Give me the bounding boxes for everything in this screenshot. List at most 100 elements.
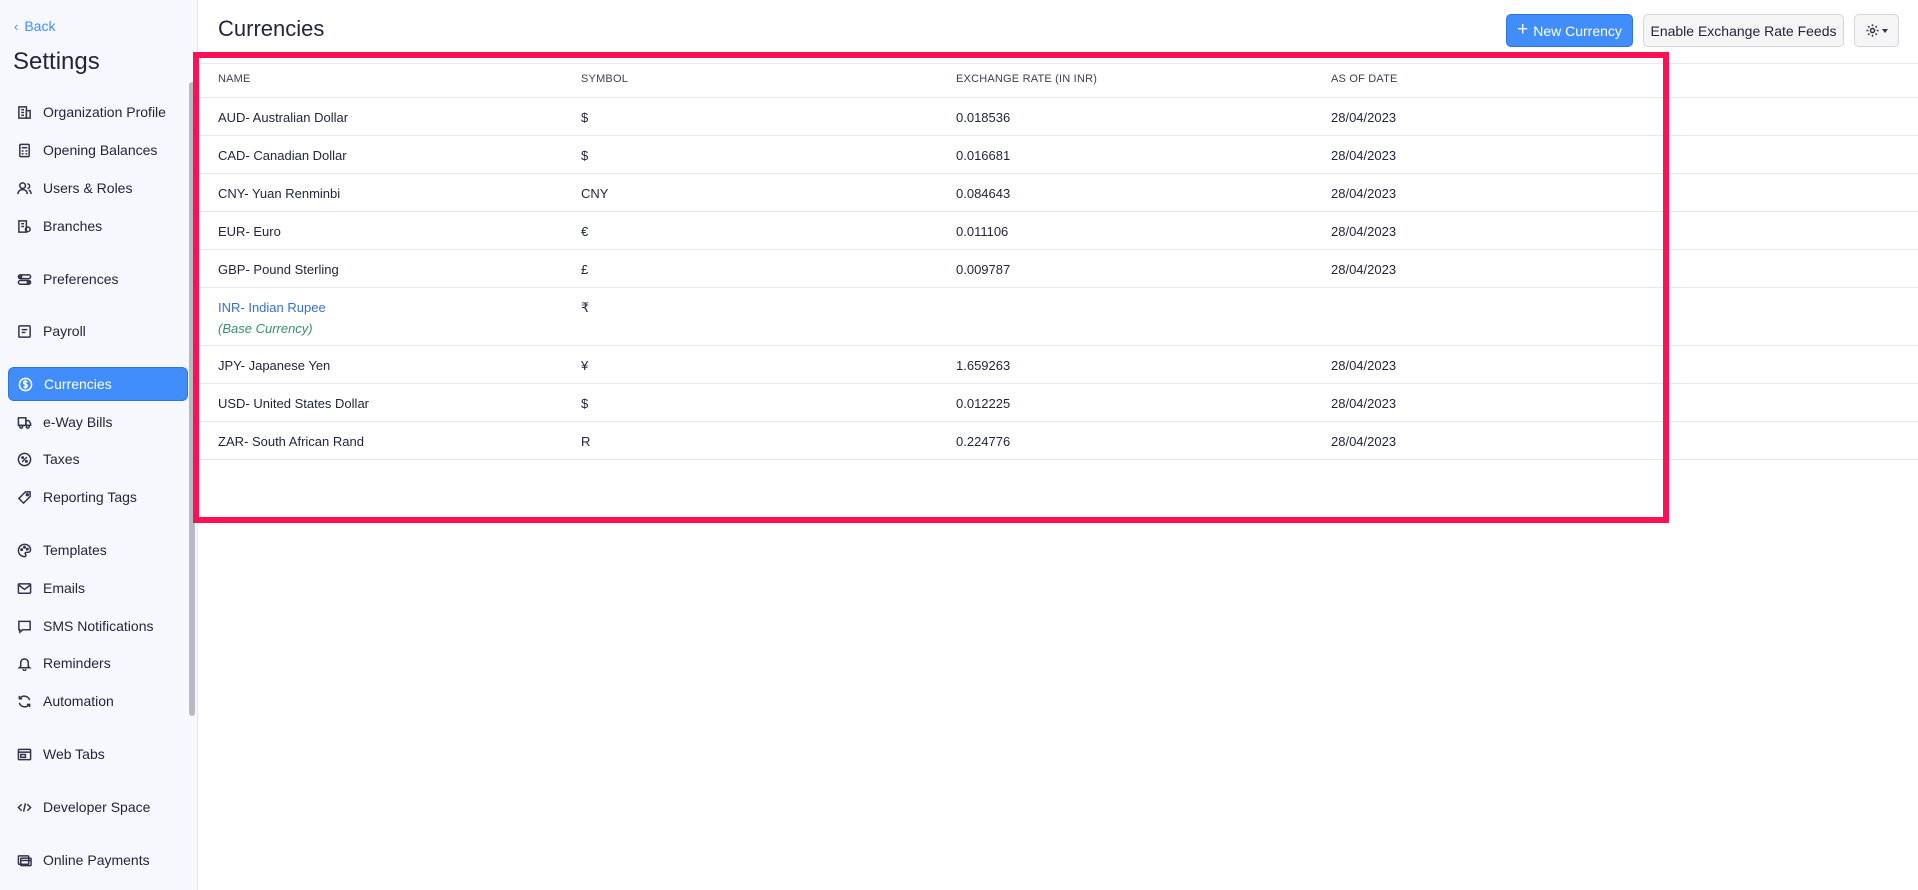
sidebar-item-developer-space[interactable]: Developer Space (8, 790, 188, 824)
refresh-icon (16, 693, 32, 709)
table-row[interactable]: JPY- Japanese Yen ¥ 1.659263 28/04/2023 (199, 346, 1918, 384)
tag-icon (16, 489, 32, 505)
as-of-date: 28/04/2023 (1331, 148, 1397, 163)
back-label: Back (24, 18, 56, 34)
new-currency-button[interactable]: + New Currency (1506, 14, 1633, 47)
chevron-left-icon: ‹ (14, 18, 19, 34)
sidebar-item-payroll[interactable]: Payroll (8, 314, 188, 348)
column-header-as-of-date[interactable]: AS OF DATE (1331, 73, 1398, 85)
exchange-rate: 1.659263 (956, 358, 1011, 373)
sidebar-item-reporting-tags[interactable]: Reporting Tags (8, 480, 188, 514)
sidebar-item-templates[interactable]: Templates (8, 533, 188, 567)
table-row[interactable]: INR- Indian Rupee (Base Currency) ₹ (199, 288, 1918, 346)
sidebar-item-label: Users & Roles (43, 180, 133, 196)
table-row[interactable]: AUD- Australian Dollar $ 0.018536 28/04/… (199, 98, 1918, 136)
exchange-rate: 0.224776 (956, 434, 1011, 449)
sidebar-item-online-payments[interactable]: Online Payments (8, 843, 188, 877)
preferences-icon (16, 271, 32, 287)
sidebar-item-label: Payroll (43, 323, 86, 339)
table-row[interactable]: GBP- Pound Sterling £ 0.009787 28/04/202… (199, 250, 1918, 288)
sidebar-item-currencies[interactable]: Currencies (8, 367, 188, 401)
exchange-rate: 0.016681 (956, 148, 1011, 163)
sidebar-item-emails[interactable]: Emails (8, 571, 188, 605)
table-row[interactable]: USD- United States Dollar $ 0.012225 28/… (199, 384, 1918, 422)
settings-menu-button[interactable] (1854, 14, 1899, 47)
sidebar-item-e-way-bills[interactable]: e-Way Bills (8, 405, 188, 439)
currency-symbol: $ (581, 396, 589, 411)
currency-name-cell: INR- Indian Rupee (Base Currency) (218, 300, 326, 336)
currency-name-link[interactable]: EUR- Euro (218, 224, 281, 239)
sidebar-item-sms-notifications[interactable]: SMS Notifications (8, 609, 188, 643)
currency-name-link[interactable]: JPY- Japanese Yen (218, 358, 330, 373)
currency-name-link[interactable]: GBP- Pound Sterling (218, 262, 339, 277)
sidebar-item-label: Taxes (43, 451, 80, 467)
currency-name-link[interactable]: INR- Indian Rupee (218, 300, 326, 315)
column-header-symbol[interactable]: SYMBOL (581, 73, 628, 85)
as-of-date: 28/04/2023 (1331, 358, 1397, 373)
currency-name-link[interactable]: CNY- Yuan Renminbi (218, 186, 340, 201)
sidebar-item-label: Emails (43, 580, 86, 596)
as-of-date: 28/04/2023 (1331, 434, 1397, 449)
back-link[interactable]: ‹ Back (14, 18, 55, 34)
sidebar-item-label: Organization Profile (43, 104, 166, 120)
currency-name-link[interactable]: CAD- Canadian Dollar (218, 148, 347, 163)
currency-symbol: $ (581, 148, 589, 163)
sidebar-item-label: Reporting Tags (43, 489, 137, 505)
currency-name-link[interactable]: AUD- Australian Dollar (218, 110, 348, 125)
as-of-date: 28/04/2023 (1331, 396, 1397, 411)
exchange-rate: 0.009787 (956, 262, 1011, 277)
column-header-exchange-rate[interactable]: EXCHANGE RATE (IN INR) (956, 73, 1097, 85)
as-of-date: 28/04/2023 (1331, 110, 1397, 125)
calculator-icon (16, 142, 32, 158)
currency-symbol: R (581, 434, 591, 449)
table-row[interactable]: ZAR- South African Rand R 0.224776 28/04… (199, 422, 1918, 460)
exchange-rate: 0.084643 (956, 186, 1011, 201)
sidebar-item-organization-profile[interactable]: Organization Profile (8, 95, 188, 129)
sidebar-item-taxes[interactable]: Taxes (8, 442, 188, 476)
window-icon (16, 746, 32, 762)
table-row[interactable]: CNY- Yuan Renminbi CNY 0.084643 28/04/20… (199, 174, 1918, 212)
code-icon (16, 799, 32, 815)
sidebar-item-preferences[interactable]: Preferences (8, 262, 188, 296)
branch-icon (16, 218, 32, 234)
currency-name-link[interactable]: USD- United States Dollar (218, 396, 369, 411)
enable-exchange-rate-feeds-button[interactable]: Enable Exchange Rate Feeds (1643, 14, 1844, 47)
table-row[interactable]: CAD- Canadian Dollar $ 0.016681 28/04/20… (199, 136, 1918, 174)
currency-symbol: £ (581, 262, 589, 277)
sidebar-item-label: Opening Balances (43, 142, 158, 158)
settings-title: Settings (13, 48, 100, 75)
sidebar-scrollbar[interactable] (189, 82, 195, 716)
sidebar-item-label: Templates (43, 542, 107, 558)
base-currency-note: (Base Currency) (218, 321, 313, 336)
currency-symbol: $ (581, 110, 589, 125)
sidebar-item-web-tabs[interactable]: Web Tabs (8, 737, 188, 771)
as-of-date: 28/04/2023 (1331, 262, 1397, 277)
sms-icon (16, 618, 32, 634)
sidebar-item-opening-balances[interactable]: Opening Balances (8, 133, 188, 167)
plus-icon: + (1517, 19, 1529, 40)
sidebar-item-reminders[interactable]: Reminders (8, 646, 188, 680)
sidebar-item-label: Preferences (43, 271, 119, 287)
sidebar-item-label: Automation (43, 693, 114, 709)
currency-symbol: ₹ (581, 300, 590, 315)
table-header-row: NAME SYMBOL EXCHANGE RATE (IN INR) AS OF… (199, 63, 1918, 98)
percent-icon (16, 451, 32, 467)
sidebar-item-label: e-Way Bills (43, 414, 113, 430)
sidebar-item-label: Reminders (43, 655, 111, 671)
exchange-rate: 0.012225 (956, 396, 1011, 411)
sidebar-item-automation[interactable]: Automation (8, 684, 188, 718)
sidebar-item-branches[interactable]: Branches (8, 209, 188, 243)
exchange-rate: 0.011106 (956, 224, 1009, 239)
sidebar-item-label: SMS Notifications (43, 618, 154, 634)
sidebar-item-label: Branches (43, 218, 103, 234)
bell-icon (16, 655, 32, 671)
column-header-name[interactable]: NAME (218, 73, 251, 85)
as-of-date: 28/04/2023 (1331, 224, 1397, 239)
sidebar-item-label: Currencies (44, 376, 112, 392)
currency-symbol: ¥ (581, 358, 589, 373)
table-row[interactable]: EUR- Euro € 0.011106 28/04/2023 (199, 212, 1918, 250)
sidebar-item-users-roles[interactable]: Users & Roles (8, 171, 188, 205)
users-icon (16, 180, 32, 196)
currency-symbol: CNY (581, 186, 609, 201)
currency-name-link[interactable]: ZAR- South African Rand (218, 434, 364, 449)
